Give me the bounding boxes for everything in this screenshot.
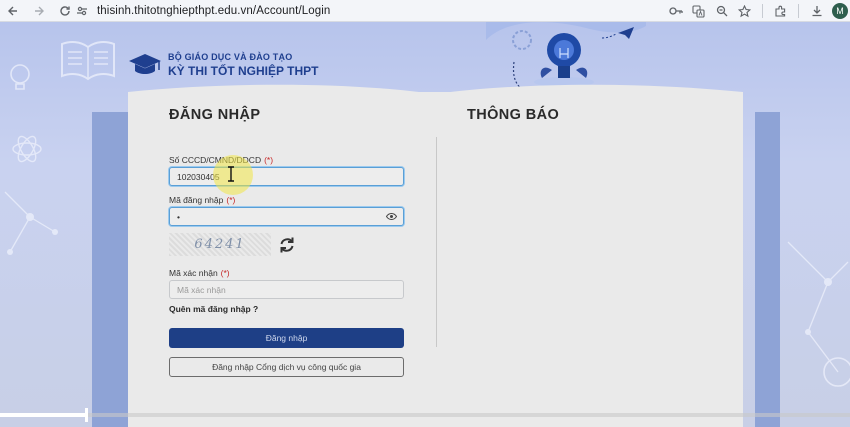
atom-decoration-icon xyxy=(12,135,42,163)
required-mark: (*) xyxy=(226,195,236,205)
url-text[interactable]: thisinh.thitotnghiepthpt.edu.vn/Account/… xyxy=(97,5,330,17)
open-book-decoration-icon xyxy=(61,41,115,81)
video-progress-fill xyxy=(0,413,85,417)
site-info-icon[interactable] xyxy=(75,4,89,18)
browser-toolbar: thisinh.thitotnghiepthpt.edu.vn/Account/… xyxy=(0,0,850,22)
login-title: ĐĂNG NHẬP xyxy=(169,107,261,123)
text-cursor-icon xyxy=(228,166,234,182)
forward-icon[interactable] xyxy=(26,0,52,22)
address-bar[interactable]: thisinh.thitotnghiepthpt.edu.vn/Account/… xyxy=(75,0,765,22)
zoom-icon[interactable] xyxy=(710,0,733,22)
toolbar-separator xyxy=(798,4,799,18)
national-portal-login-button[interactable]: Đăng nhập Cổng dịch vụ công quốc gia xyxy=(169,357,404,377)
translate-icon[interactable] xyxy=(687,0,710,22)
bookmark-star-icon[interactable] xyxy=(733,0,756,22)
extensions-icon[interactable] xyxy=(769,0,792,22)
required-mark: (*) xyxy=(264,155,274,165)
login-page: BỘ GIÁO DỤC VÀ ĐÀO TẠO KỲ THI TỐT NGHIỆP… xyxy=(0,22,850,427)
video-progress-bar[interactable] xyxy=(0,408,850,422)
password-input[interactable]: • xyxy=(169,207,404,226)
site-header: BỘ GIÁO DỤC VÀ ĐÀO TẠO KỲ THI TỐT NGHIỆP… xyxy=(128,51,318,79)
lightbulb-decoration-icon xyxy=(10,64,30,90)
network-decoration-icon xyxy=(4,191,58,255)
column-divider xyxy=(436,137,437,347)
video-progress-thumb[interactable] xyxy=(85,408,88,422)
exam-name: KỲ THI TỐT NGHIỆP THPT xyxy=(168,64,319,78)
login-button[interactable]: Đăng nhập xyxy=(169,328,404,348)
back-icon[interactable] xyxy=(0,0,26,22)
id-number-input[interactable]: 102030405 xyxy=(169,167,404,186)
forgot-password-link[interactable]: Quên mã đăng nhập ? xyxy=(169,304,258,314)
password-key-icon[interactable] xyxy=(664,0,687,22)
download-icon[interactable] xyxy=(805,0,828,22)
captcha-label: Mã xác nhận (*) xyxy=(169,268,230,278)
graduation-cap-logo-icon[interactable] xyxy=(128,51,162,79)
refresh-captcha-icon[interactable] xyxy=(278,236,296,254)
show-password-eye-icon[interactable] xyxy=(386,212,397,221)
password-label: Mã đăng nhập (*) xyxy=(169,195,236,205)
captcha-input[interactable]: Mã xác nhận xyxy=(169,280,404,299)
network-decoration-right-icon xyxy=(787,241,850,387)
book-page-curve xyxy=(128,84,743,104)
toolbar-separator xyxy=(762,4,763,18)
captcha-image: 64241 xyxy=(169,233,271,256)
book-cover-left xyxy=(92,112,128,427)
required-mark: (*) xyxy=(220,268,230,278)
ministry-name: BỘ GIÁO DỤC VÀ ĐÀO TẠO xyxy=(168,52,293,62)
notice-title: THÔNG BÁO xyxy=(467,107,560,123)
book-cover-right xyxy=(755,112,780,427)
profile-avatar[interactable]: M xyxy=(832,3,848,19)
